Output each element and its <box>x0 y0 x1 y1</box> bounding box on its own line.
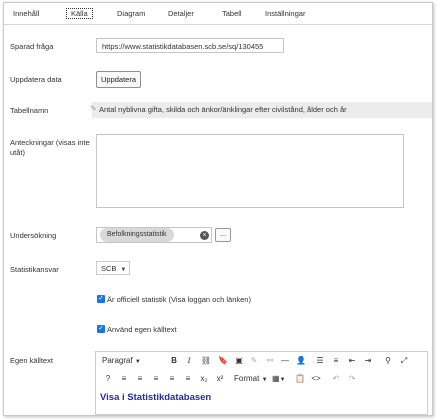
editor-content[interactable]: Visa i Statistikdatabasen <box>100 392 211 403</box>
numbered-list-icon[interactable]: ≡ <box>330 354 342 368</box>
redo-icon[interactable]: ↷ <box>346 372 358 386</box>
survey-more-button[interactable]: ... <box>215 228 231 242</box>
align-none-icon[interactable]: ≡ <box>182 372 194 386</box>
notes-textarea[interactable] <box>96 134 404 208</box>
edit-pencil-icon[interactable]: ✎ <box>90 104 97 113</box>
tab-kalla[interactable]: Källa <box>66 8 93 19</box>
undo-icon[interactable]: ↶ <box>330 372 342 386</box>
tab-installningar[interactable]: Inställningar <box>265 9 305 18</box>
responsible-select[interactable]: SCB ▼ <box>96 261 130 275</box>
editor-toolbar-row-1: Paragraf ▼ B I ⛓ 🔖 ▣ ✎ ⚯ ― 👤 ☰ ≡ ⇤ ⇥ ⚲ ⤢ <box>96 352 427 370</box>
align-right-icon[interactable]: ≡ <box>150 372 162 386</box>
official-checkbox-label: Är officiell statistik (Visa loggan och … <box>107 295 251 304</box>
own-source-checkbox[interactable]: ✓ <box>97 325 105 333</box>
table-name-value: Antal nyblivna gifta, skilda och änkor/ä… <box>99 105 347 114</box>
superscript-icon[interactable]: x² <box>214 372 226 386</box>
outdent-icon[interactable]: ⇤ <box>346 354 358 368</box>
horizontal-rule-icon[interactable]: ― <box>279 354 291 368</box>
survey-tag: Befolkningsstatistik <box>100 228 174 242</box>
binoculars-icon[interactable]: ⚲ <box>382 354 394 368</box>
bookmark-icon[interactable]: 🔖 <box>217 354 229 368</box>
rich-text-editor: Paragraf ▼ B I ⛓ 🔖 ▣ ✎ ⚯ ― 👤 ☰ ≡ ⇤ ⇥ ⚲ ⤢… <box>95 351 428 415</box>
fullscreen-icon[interactable]: ⤢ <box>398 354 410 368</box>
survey-select[interactable]: Befolkningsstatistik × <box>96 227 212 243</box>
editor-toolbar-row-2: ? ≡ ≡ ≡ ≡ ≡ x₂ x² Format ▼ ▦▼ 📋 <> ↶ ↷ <box>96 370 427 388</box>
tab-bar: Innehåll Källa Diagram Detaljer Tabell I… <box>4 3 432 25</box>
edit-image-icon[interactable]: ✎ <box>248 354 260 368</box>
source-settings-panel: Innehåll Källa Diagram Detaljer Tabell I… <box>3 2 433 416</box>
table-icon[interactable]: ▦▼ <box>272 372 286 386</box>
survey-label: Undersökning <box>10 231 57 240</box>
align-left-icon[interactable]: ≡ <box>118 372 130 386</box>
user-icon[interactable]: 👤 <box>295 354 307 368</box>
update-button[interactable]: Uppdatera <box>96 71 142 88</box>
indent-icon[interactable]: ⇥ <box>362 354 374 368</box>
responsible-label: Statistikansvar <box>10 265 59 274</box>
paragraph-select[interactable]: Paragraf ▼ <box>102 354 141 368</box>
tab-detaljer[interactable]: Detaljer <box>168 9 194 18</box>
source-code-icon[interactable]: <> <box>310 372 322 386</box>
update-data-label: Uppdatera data <box>10 75 62 84</box>
chevron-down-icon: ▼ <box>261 377 268 383</box>
italic-icon[interactable]: I <box>183 354 195 368</box>
chevron-down-icon: ▼ <box>134 359 141 365</box>
unlink-icon[interactable]: ⚯ <box>264 354 276 368</box>
link-icon[interactable]: ⛓ <box>200 354 212 368</box>
format-select-label: Format <box>234 374 260 383</box>
subscript-icon[interactable]: x₂ <box>198 372 210 386</box>
bullet-list-icon[interactable]: ☰ <box>314 354 326 368</box>
responsible-value: SCB <box>101 264 117 273</box>
bold-icon[interactable]: B <box>168 354 180 368</box>
help-icon[interactable]: ? <box>102 372 114 386</box>
paragraph-select-label: Paragraf <box>102 356 133 365</box>
own-source-checkbox-label: Använd egen källtext <box>107 325 177 334</box>
official-checkbox[interactable]: ✓ <box>97 295 105 303</box>
tab-diagram[interactable]: Diagram <box>117 9 145 18</box>
image-icon[interactable]: ▣ <box>233 354 245 368</box>
tab-innehall[interactable]: Innehåll <box>13 9 39 18</box>
saved-query-input[interactable]: https://www.statistikdatabasen.scb.se/sq… <box>96 38 284 53</box>
chevron-down-icon: ▼ <box>120 267 127 273</box>
align-center-icon[interactable]: ≡ <box>134 372 146 386</box>
paste-icon[interactable]: 📋 <box>294 372 306 386</box>
saved-query-label: Sparad fråga <box>10 42 54 51</box>
table-name-field[interactable]: Antal nyblivna gifta, skilda och änkor/ä… <box>92 102 432 118</box>
table-name-label: Tabellnamn <box>10 106 49 115</box>
align-justify-icon[interactable]: ≡ <box>166 372 178 386</box>
format-select[interactable]: Format ▼ <box>234 372 268 386</box>
notes-label: Anteckningar (visas inte utåt) <box>10 138 90 157</box>
clear-icon[interactable]: × <box>200 231 209 240</box>
own-source-label: Egen källtext <box>10 356 53 365</box>
tab-tabell[interactable]: Tabell <box>222 9 242 18</box>
